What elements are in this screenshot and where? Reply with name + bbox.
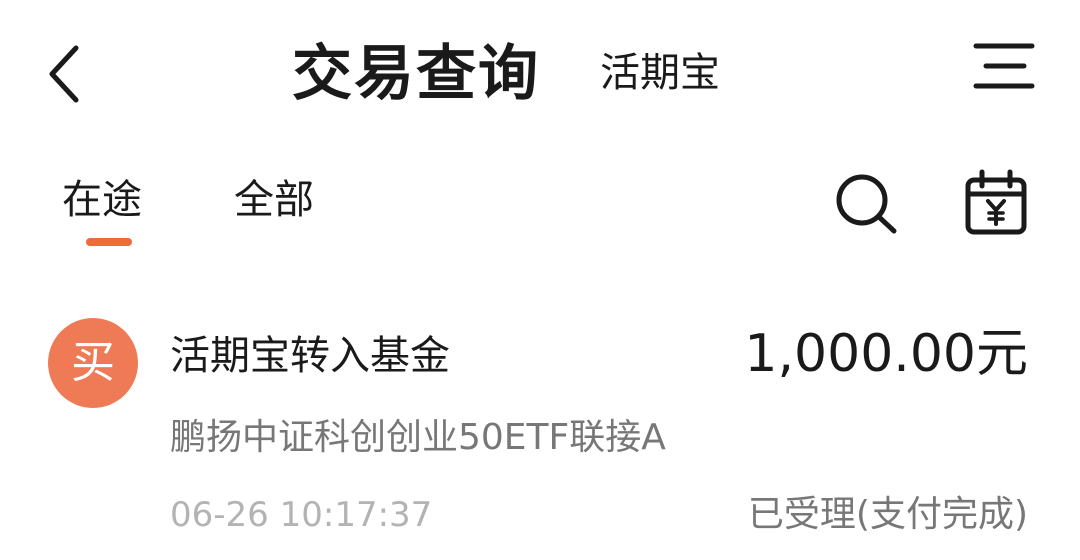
back-button[interactable]	[40, 40, 100, 110]
calendar-filter-button[interactable]	[960, 168, 1032, 238]
active-tab-indicator	[86, 238, 132, 246]
tab-in-transit[interactable]: 在途	[62, 174, 142, 226]
fund-name: 鹏扬中证科创创业50ETF联接A	[170, 417, 666, 458]
page-title: 交易查询	[292, 39, 540, 109]
search-icon	[836, 174, 897, 234]
menu-icon	[973, 43, 1035, 89]
chevron-left-icon	[49, 45, 79, 103]
transaction-status: 已受理(支付完成)	[747, 494, 1028, 535]
page-subtitle: 活期宝	[600, 50, 720, 96]
tab-all[interactable]: 全部	[234, 174, 314, 226]
buy-badge-icon: 买	[48, 318, 138, 408]
menu-button[interactable]	[968, 40, 1038, 96]
transaction-time: 06-26 10:17:37	[170, 495, 433, 535]
calendar-yen-icon	[965, 169, 1027, 235]
search-button[interactable]	[832, 170, 902, 236]
transaction-title: 活期宝转入基金	[170, 333, 450, 379]
transaction-amount: 1,000.00元	[744, 324, 1028, 384]
